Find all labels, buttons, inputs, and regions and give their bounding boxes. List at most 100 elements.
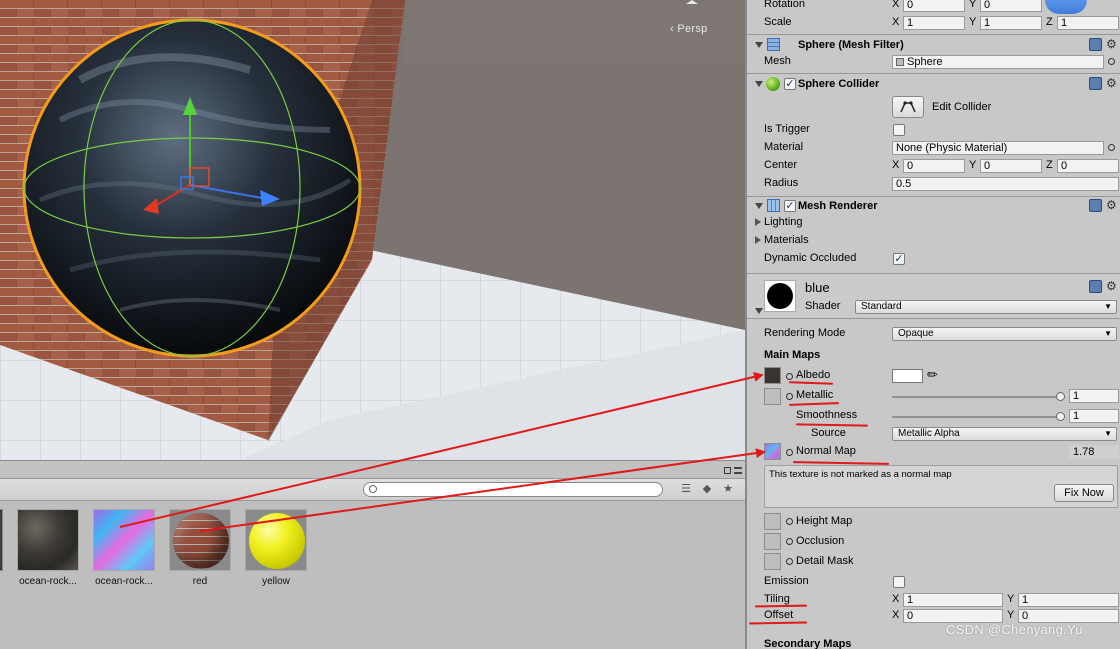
fix-now-button[interactable]: Fix Now	[1054, 484, 1114, 502]
foldout-arrow-icon[interactable]	[755, 81, 763, 87]
project-toolbar: ☰ ◆ ★	[0, 479, 745, 501]
gear-icon[interactable]: ⚙	[1106, 38, 1118, 50]
scene-view[interactable]: ‹ Persp	[0, 0, 745, 460]
separator	[747, 73, 1120, 74]
asset-item-ocean-rock-albedo[interactable]: ocean-rock...	[10, 509, 86, 587]
help-icon[interactable]	[1089, 280, 1102, 293]
normal-map-thumbnail	[93, 509, 155, 571]
asset-thumb-partial[interactable]	[0, 509, 3, 571]
normal-map-label: Normal Map	[796, 445, 856, 457]
is-trigger-checkbox[interactable]	[893, 124, 905, 136]
mesh-renderer-enabled-checkbox[interactable]: ✓	[784, 200, 796, 212]
normal-map-texture-slot[interactable]	[764, 443, 781, 460]
edit-collider-button[interactable]	[892, 96, 924, 118]
dynamic-occluded-checkbox[interactable]: ✓	[893, 253, 905, 265]
albedo-color-swatch[interactable]	[892, 369, 923, 383]
watermark-text: CSDN @Chenyang.Yu	[946, 622, 1083, 637]
help-icon[interactable]	[1089, 199, 1102, 212]
asset-item-ocean-rock-normal[interactable]: ocean-rock...	[86, 509, 162, 587]
warning-message: This texture is not marked as a normal m…	[769, 469, 952, 480]
scale-x-field[interactable]: 1	[903, 16, 965, 30]
detail-mask-texture-slot[interactable]	[764, 553, 781, 570]
scale-z-field[interactable]: 1	[1057, 16, 1119, 30]
scene-viewport[interactable]	[0, 0, 745, 460]
asset-item-red[interactable]: red	[162, 509, 238, 587]
materials-foldout[interactable]: Materials	[747, 232, 1120, 250]
albedo-picker-icon[interactable]	[786, 373, 793, 380]
scale-y-field[interactable]: 1	[980, 16, 1042, 30]
center-y-field[interactable]: 0	[980, 159, 1042, 173]
material-preview[interactable]	[764, 280, 796, 312]
normal-map-picker-icon[interactable]	[786, 449, 793, 456]
metallic-slider-handle[interactable]	[1056, 392, 1065, 401]
gear-icon[interactable]: ⚙	[1106, 199, 1118, 211]
persp-label[interactable]: ‹ Persp	[670, 23, 708, 35]
occlusion-texture-slot[interactable]	[764, 533, 781, 550]
filter-type-icon[interactable]: ☰	[676, 481, 696, 498]
foldout-arrow-icon[interactable]	[755, 308, 763, 314]
rendering-mode-dropdown[interactable]: Opaque ▼	[892, 327, 1117, 341]
offset-x-field[interactable]: 0	[903, 609, 1003, 623]
inspector-panel: Rotation X 0 Y 0 Scale X 1 Y 1 Z 1 Spher…	[745, 0, 1120, 649]
radius-field[interactable]: 0.5	[892, 177, 1119, 191]
metallic-slider[interactable]	[892, 396, 1061, 398]
tiling-y-field[interactable]: 1	[1018, 593, 1119, 607]
source-dropdown[interactable]: Metallic Alpha ▼	[892, 427, 1117, 441]
sphere-collider-icon	[766, 77, 780, 91]
physic-material-field[interactable]: None (Physic Material)	[892, 141, 1104, 155]
object-picker-icon[interactable]	[1108, 58, 1115, 65]
offset-y-field[interactable]: 0	[1018, 609, 1119, 623]
lighting-foldout[interactable]: Lighting	[747, 214, 1120, 232]
shader-dropdown[interactable]: Standard ▼	[855, 300, 1117, 314]
gear-icon[interactable]: ⚙	[1106, 280, 1118, 292]
sphere-collider-header[interactable]: ✓ Sphere Collider ⚙	[747, 75, 1120, 94]
metallic-picker-icon[interactable]	[786, 393, 793, 400]
tiling-x-field[interactable]: 1	[903, 593, 1003, 607]
metallic-value-field[interactable]: 1	[1069, 389, 1119, 403]
rotation-y-field[interactable]: 0	[980, 0, 1042, 12]
center-z-field[interactable]: 0	[1057, 159, 1119, 173]
metallic-texture-slot[interactable]	[764, 388, 781, 405]
asset-item-yellow[interactable]: yellow	[238, 509, 314, 587]
favorite-star-icon[interactable]: ★	[718, 481, 738, 498]
smoothness-slider[interactable]	[892, 416, 1061, 418]
center-x-field[interactable]: 0	[903, 159, 965, 173]
search-input[interactable]	[363, 482, 663, 497]
rotation-x-field[interactable]: 0	[903, 0, 965, 12]
panel-menu-icon[interactable]	[734, 467, 742, 474]
emission-checkbox[interactable]	[893, 576, 905, 588]
mesh-filter-title: Sphere (Mesh Filter)	[798, 39, 904, 51]
sphere-collider-enabled-checkbox[interactable]: ✓	[784, 78, 796, 90]
smoothness-value-field[interactable]: 1	[1069, 409, 1119, 423]
normal-map-scale-field[interactable]: 1.78	[1069, 445, 1119, 459]
albedo-texture-slot[interactable]	[764, 367, 781, 384]
foldout-right-icon[interactable]	[755, 218, 761, 226]
foldout-arrow-icon[interactable]	[755, 203, 763, 209]
height-map-texture-slot[interactable]	[764, 513, 781, 530]
gear-icon[interactable]: ⚙	[1106, 77, 1118, 89]
height-map-picker-icon[interactable]	[786, 518, 793, 525]
separator	[747, 318, 1120, 319]
lock-icon[interactable]	[724, 467, 731, 474]
search-icon	[369, 485, 377, 493]
smoothness-slider-handle[interactable]	[1056, 412, 1065, 421]
axis-y-label: Y	[969, 0, 977, 10]
annotation-underline-tiling	[754, 604, 808, 608]
lighting-label: Lighting	[764, 216, 803, 228]
sphere-object[interactable]	[24, 20, 360, 356]
foldout-arrow-icon[interactable]	[755, 42, 763, 48]
occlusion-picker-icon[interactable]	[786, 538, 793, 545]
is-trigger-label: Is Trigger	[764, 123, 810, 135]
filter-label-icon[interactable]: ◆	[697, 481, 717, 498]
eyedropper-icon[interactable]: ✏	[927, 367, 938, 383]
albedo-label: Albedo	[796, 369, 831, 381]
help-icon[interactable]	[1089, 38, 1102, 51]
foldout-right-icon[interactable]	[755, 236, 761, 244]
detail-mask-picker-icon[interactable]	[786, 558, 793, 565]
collider-material-row: Material None (Physic Material)	[747, 139, 1120, 157]
center-row: Center X 0 Y 0 Z 0	[747, 157, 1120, 175]
help-icon[interactable]	[1089, 77, 1102, 90]
mesh-field[interactable]: Sphere	[892, 55, 1104, 69]
object-picker-icon[interactable]	[1108, 144, 1115, 151]
asset-label: red	[192, 576, 208, 587]
